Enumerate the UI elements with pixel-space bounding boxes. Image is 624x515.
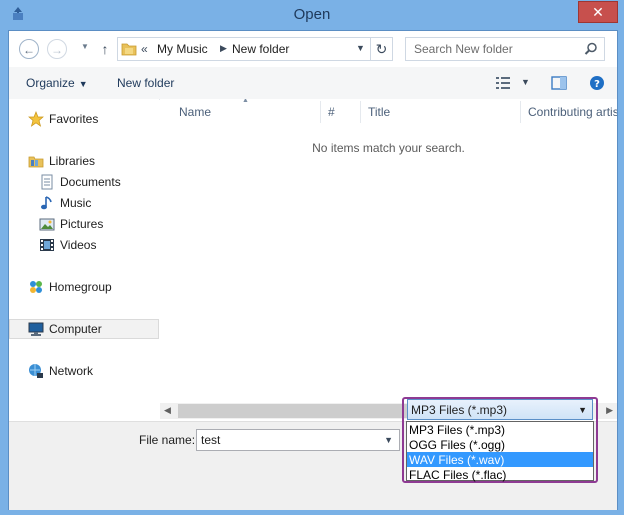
sidebar-item-label: Favorites (49, 112, 99, 126)
back-button[interactable]: ← (19, 39, 39, 59)
scroll-left-icon[interactable]: ◀ (164, 405, 171, 416)
column-header-contributing-artists[interactable]: Contributing artis (528, 105, 617, 119)
view-options-caret-icon[interactable]: ▼ (521, 77, 530, 87)
forward-arrow-icon: → (51, 43, 63, 57)
pictures-icon (39, 218, 55, 231)
option-label: OGG Files (*.ogg) (409, 438, 506, 452)
chevron-down-icon[interactable]: ▼ (384, 435, 393, 445)
up-button[interactable]: ↑ (97, 39, 113, 59)
sidebar-item-homegroup[interactable]: Homegroup (9, 277, 159, 297)
help-icon[interactable]: ? (589, 75, 605, 91)
search-box[interactable]: Search New folder (405, 37, 605, 61)
sidebar-item-label: Libraries (49, 154, 96, 168)
file-type-dropdown-list: MP3 Files (*.mp3) OGG Files (*.ogg) WAV … (406, 421, 594, 482)
column-divider[interactable] (360, 101, 361, 123)
computer-icon (28, 322, 44, 336)
organize-caret-icon: ▼ (78, 79, 88, 89)
breadcrumb-separator-icon[interactable]: ▶ (220, 43, 227, 54)
refresh-icon: ↻ (375, 41, 388, 57)
recent-locations-caret-icon[interactable]: ▼ (81, 42, 89, 51)
navigation-bar: ← → ▼ ↑ « My Music ▶ New folder ▼ ↻ Sear… (9, 31, 617, 67)
sidebar-item-videos[interactable]: Videos (9, 235, 159, 255)
file-type-select[interactable]: MP3 Files (*.mp3) ▼ (407, 399, 593, 420)
file-type-option-highlighted[interactable]: WAV Files (*.wav) (407, 452, 593, 467)
title-bar[interactable]: Open ✕ (0, 0, 624, 30)
change-view-icon[interactable] (495, 76, 511, 90)
file-type-option[interactable]: OGG Files (*.ogg) (407, 437, 593, 452)
file-name-combobox[interactable]: test ▼ (196, 429, 400, 451)
folder-icon (121, 43, 137, 56)
breadcrumb-new-folder[interactable]: New folder (232, 42, 289, 56)
breadcrumb-overflow-icon[interactable]: « (141, 42, 148, 56)
up-arrow-icon: ↑ (101, 41, 109, 57)
sidebar-item-pictures[interactable]: Pictures (9, 214, 159, 234)
refresh-button[interactable]: ↻ (371, 37, 393, 61)
sidebar-item-label: Documents (60, 175, 121, 189)
sidebar-item-favorites[interactable]: Favorites (9, 109, 159, 129)
sidebar-item-network[interactable]: Network (9, 361, 159, 381)
address-bar[interactable]: « My Music ▶ New folder ▼ (117, 37, 371, 61)
network-icon (29, 364, 43, 378)
column-header-name[interactable]: Name (179, 105, 211, 119)
scroll-right-icon[interactable]: ▶ (606, 405, 613, 416)
navigation-pane: Favorites Libraries Documents Music Pict… (9, 99, 159, 421)
documents-icon (41, 174, 53, 190)
organize-button[interactable]: Organize ▼ (26, 76, 88, 90)
option-label: WAV Files (*.wav) (409, 453, 505, 467)
music-icon (41, 196, 52, 210)
sidebar-item-computer[interactable]: Computer (9, 319, 159, 339)
file-type-option[interactable]: MP3 Files (*.mp3) (407, 422, 593, 437)
sidebar-item-label: Pictures (60, 217, 104, 231)
sidebar-item-libraries[interactable]: Libraries (9, 151, 159, 171)
sidebar-item-label: Network (49, 364, 94, 378)
forward-button[interactable]: → (47, 39, 67, 59)
chevron-down-icon[interactable]: ▼ (578, 405, 587, 415)
file-list[interactable]: Name ▲ # Title Contributing artis No ite… (160, 99, 617, 405)
file-name-input[interactable]: test (201, 433, 220, 447)
libraries-icon (28, 156, 44, 168)
sidebar-item-label: Videos (60, 238, 97, 252)
column-header-number[interactable]: # (328, 105, 335, 119)
star-icon (28, 111, 44, 127)
homegroup-icon (30, 281, 42, 293)
column-divider[interactable] (520, 101, 521, 123)
sidebar-item-label: Music (60, 196, 92, 210)
empty-folder-message: No items match your search. (312, 141, 465, 155)
window-title: Open (293, 6, 331, 23)
file-name-label: File name: (139, 433, 196, 447)
search-icon (584, 42, 597, 55)
close-button[interactable]: ✕ (578, 1, 618, 23)
videos-icon (40, 239, 54, 251)
sidebar-item-music[interactable]: Music (9, 193, 159, 213)
column-divider[interactable] (320, 101, 321, 123)
sidebar-item-documents[interactable]: Documents (9, 172, 159, 192)
option-label: MP3 Files (*.mp3) (409, 423, 506, 437)
sort-ascending-icon: ▲ (242, 99, 249, 104)
back-arrow-icon: ← (23, 43, 35, 57)
file-type-option[interactable]: FLAC Files (*.flac) (407, 467, 593, 482)
address-dropdown-icon[interactable]: ▼ (356, 43, 365, 53)
search-input[interactable]: Search New folder (414, 42, 513, 56)
new-folder-button[interactable]: New folder (117, 76, 174, 90)
organize-label: Organize (26, 76, 75, 90)
sidebar-item-label: Homegroup (49, 280, 112, 294)
breadcrumb-my-music[interactable]: My Music (157, 42, 208, 56)
file-type-selected-value: MP3 Files (*.mp3) (411, 403, 508, 417)
sidebar-item-label: Computer (49, 322, 102, 336)
close-icon: ✕ (592, 4, 604, 20)
svg-text:?: ? (594, 79, 600, 90)
preview-pane-icon[interactable] (551, 75, 567, 91)
option-label: FLAC Files (*.flac) (409, 468, 507, 482)
column-header-title[interactable]: Title (368, 105, 390, 119)
command-bar: Organize ▼ New folder ▼ ? (9, 67, 617, 100)
